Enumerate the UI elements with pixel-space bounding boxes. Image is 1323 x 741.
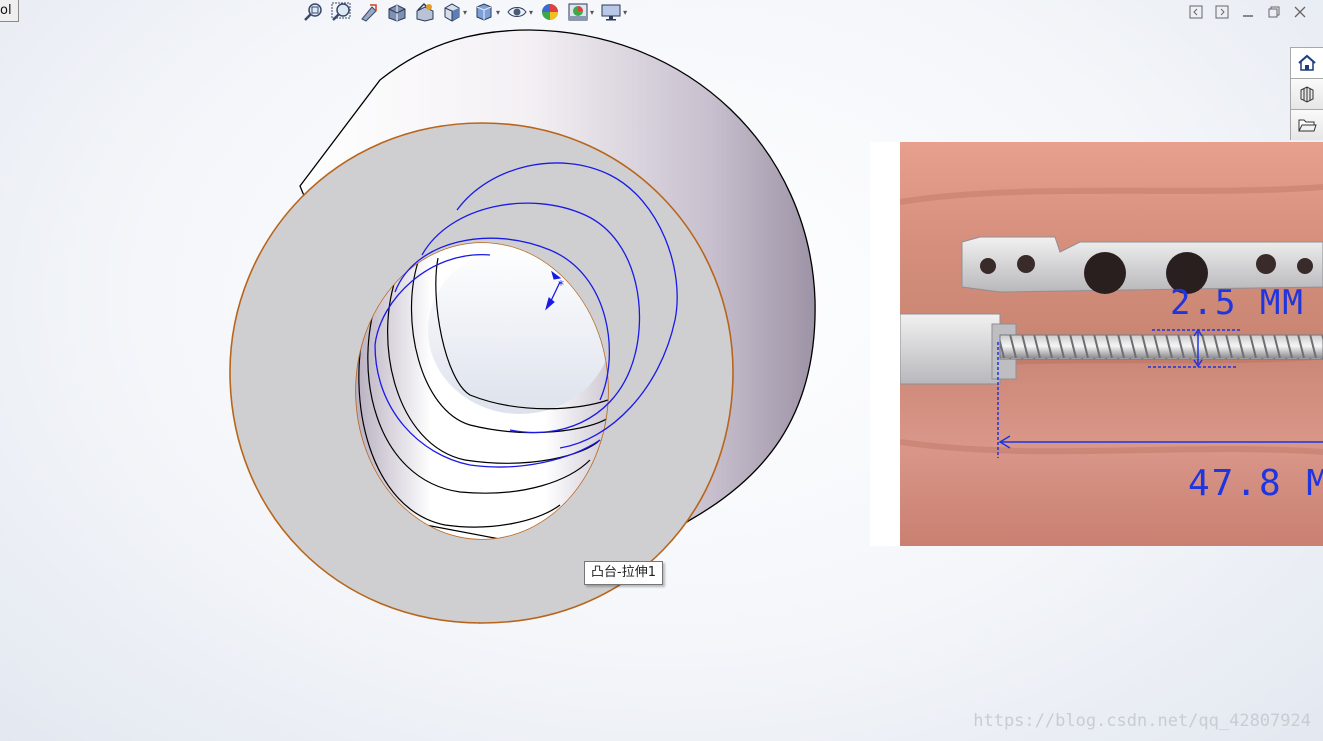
hide-show-eye-icon[interactable]: ▾ (504, 1, 535, 23)
folder-open-icon[interactable] (1290, 109, 1323, 140)
zoom-fit-icon[interactable] (300, 1, 326, 23)
dropdown-arrow[interactable]: ▾ (463, 8, 467, 17)
restore-icon[interactable] (1263, 2, 1285, 22)
graphics-area[interactable]: * ol ▾ ▾ ▾ ▾ ▾ 2.5 MM 47.8 M 凸台-拉伸1 http… (0, 0, 1323, 741)
home-icon[interactable] (1290, 47, 1323, 78)
view-orientation-icon[interactable]: ▾ (440, 1, 469, 23)
display-style-icon[interactable]: ▾ (471, 1, 502, 23)
monitor-icon[interactable]: ▾ (598, 1, 629, 23)
dropdown-arrow[interactable]: ▾ (590, 8, 594, 17)
appearance-sphere-icon[interactable] (537, 1, 563, 23)
dropdown-arrow[interactable]: ▾ (496, 8, 500, 17)
zoom-area-icon[interactable] (328, 1, 354, 23)
dimension-top-label: 2.5 MM (1170, 283, 1305, 323)
feature-tooltip: 凸台-拉伸1 (584, 561, 663, 585)
annotation-view-icon[interactable] (412, 1, 438, 23)
hinge-photo-image: 2.5 MM 47.8 MM (900, 142, 1323, 546)
svg-text:*: * (558, 278, 564, 292)
dropdown-arrow[interactable]: ▾ (623, 8, 627, 17)
task-pane-tabs (1290, 47, 1323, 140)
minimize-icon[interactable] (1237, 2, 1259, 22)
reference-photo: 2.5 MM 47.8 MM (870, 142, 1323, 546)
design-library-icon[interactable] (1290, 78, 1323, 109)
dropdown-arrow[interactable]: ▾ (529, 8, 533, 17)
tile-right-icon[interactable] (1211, 2, 1233, 22)
section-view-icon[interactable] (384, 1, 410, 23)
close-icon[interactable] (1289, 2, 1311, 22)
previous-view-icon[interactable] (356, 1, 382, 23)
scene-icon[interactable]: ▾ (565, 1, 596, 23)
tile-left-icon[interactable] (1185, 2, 1207, 22)
window-controls (1185, 2, 1311, 22)
watermark: https://blog.csdn.net/qq_42807924 (973, 711, 1311, 731)
heads-up-toolbar: ▾ ▾ ▾ ▾ ▾ (300, 0, 629, 24)
corner-tab[interactable]: ol (0, 0, 19, 22)
dimension-bottom-label: 47.8 MM (1188, 463, 1323, 504)
